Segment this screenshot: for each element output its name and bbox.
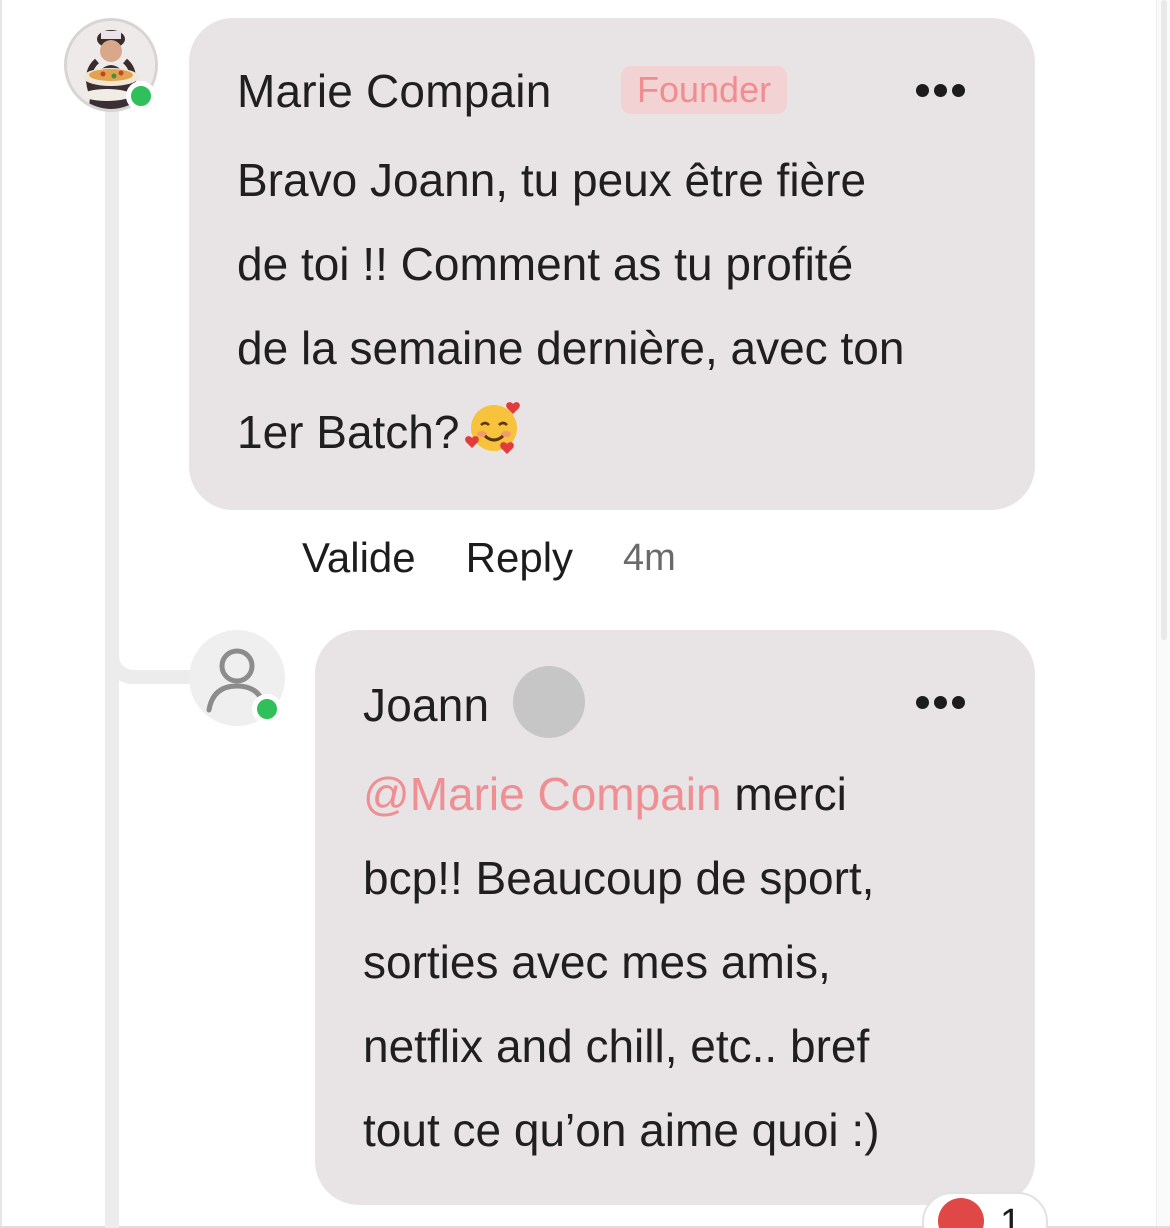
timestamp: 4m bbox=[623, 536, 676, 579]
mention-link[interactable]: @Marie Compain bbox=[363, 768, 722, 820]
founder-badge: Founder bbox=[621, 66, 788, 114]
heart-icon bbox=[938, 1198, 984, 1228]
online-indicator bbox=[252, 694, 282, 724]
reaction-pill[interactable]: 1 bbox=[922, 1192, 1048, 1228]
comment-line: Bravo Joann, tu peux être fière bbox=[237, 154, 867, 206]
author-name[interactable]: Joann bbox=[363, 678, 489, 732]
comment-bubble: Marie Compain Founder Bravo Joann, tu pe… bbox=[189, 18, 1035, 510]
reply-line: bcp!! Beaucoup de sport, bbox=[363, 852, 875, 904]
comment-line-text: 1er Batch? bbox=[237, 406, 460, 458]
reply-line: tout ce qu’on aime quoi :) bbox=[363, 1104, 880, 1156]
comment-line: 1er Batch? bbox=[237, 390, 1007, 474]
reply-bubble: Joann @Marie Compain merci bcp!! Beaucou… bbox=[315, 630, 1035, 1205]
left-border bbox=[0, 0, 2, 1228]
comment-actions: Valide Reply 4m bbox=[302, 528, 676, 588]
thread-branch bbox=[105, 600, 195, 684]
reply-line: @Marie Compain merci bbox=[363, 752, 1023, 836]
online-indicator bbox=[126, 81, 156, 111]
reply-line: sorties avec mes amis, bbox=[363, 936, 831, 988]
reply-line-text: merci bbox=[721, 768, 847, 820]
comment-line: de toi !! Comment as tu profité bbox=[237, 238, 854, 290]
status-icon bbox=[513, 666, 585, 738]
reaction-count: 1 bbox=[1000, 1202, 1022, 1228]
more-options-icon[interactable] bbox=[916, 78, 965, 102]
reply-text: @Marie Compain merci bcp!! Beaucoup de s… bbox=[363, 752, 1023, 1172]
scrollbar-thumb[interactable] bbox=[1161, 0, 1167, 640]
smiling-face-with-hearts-icon bbox=[465, 402, 521, 454]
comment-line: de la semaine dernière, avec ton bbox=[237, 322, 905, 374]
more-options-icon[interactable] bbox=[916, 690, 965, 714]
valide-button[interactable]: Valide bbox=[302, 534, 416, 582]
scrollbar[interactable] bbox=[1156, 0, 1170, 1228]
reply-button[interactable]: Reply bbox=[466, 534, 573, 582]
author-name[interactable]: Marie Compain bbox=[237, 64, 552, 118]
reply-line: netflix and chill, etc.. bref bbox=[363, 1020, 870, 1072]
comment-text: Bravo Joann, tu peux être fière de toi !… bbox=[237, 138, 1007, 474]
